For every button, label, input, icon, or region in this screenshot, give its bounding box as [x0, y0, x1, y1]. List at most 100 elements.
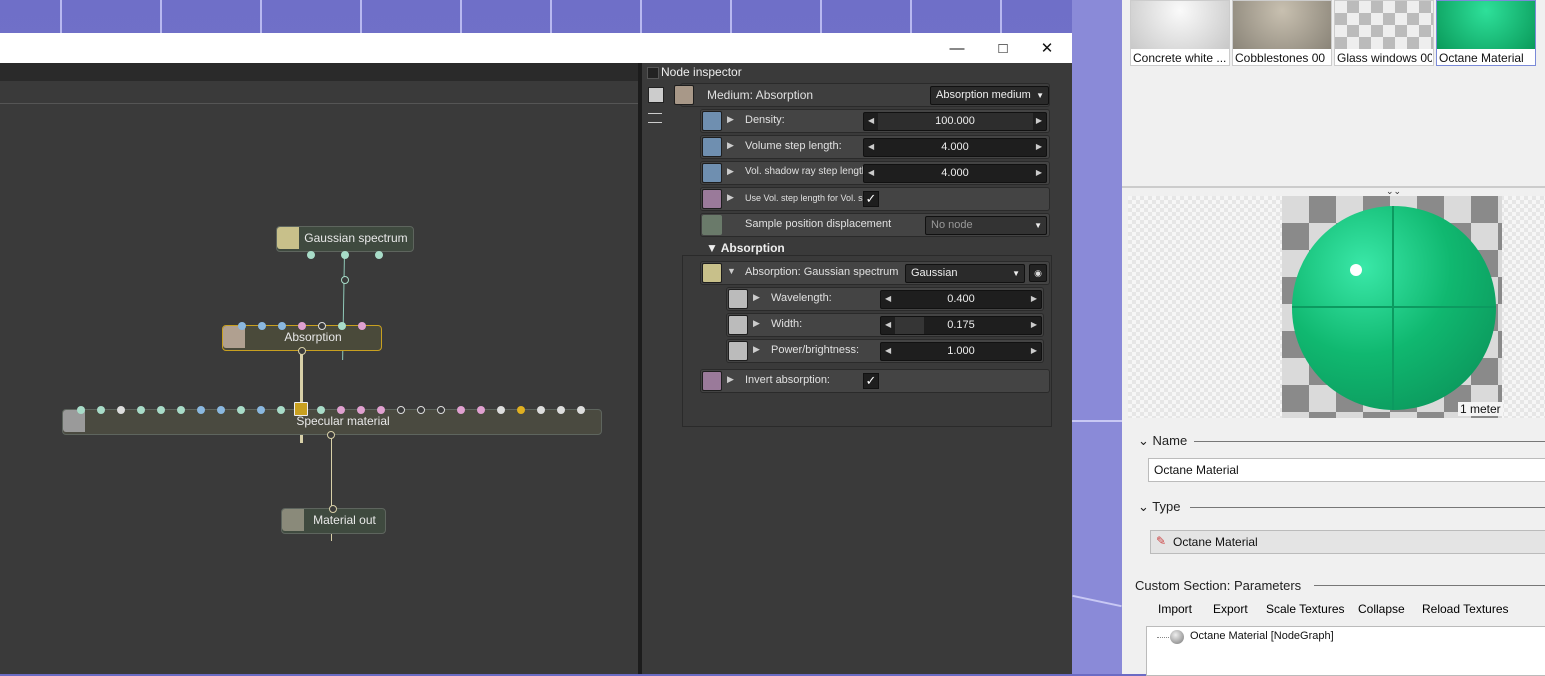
- input-pin[interactable]: [197, 406, 205, 414]
- input-pin[interactable]: [217, 406, 225, 414]
- curve-icon[interactable]: [728, 315, 748, 335]
- maximize-button[interactable]: □: [980, 33, 1026, 63]
- input-pin[interactable]: [278, 322, 286, 330]
- name-section-header[interactable]: ⌄ Name: [1138, 433, 1187, 449]
- increment-icon[interactable]: ▶: [1036, 142, 1042, 151]
- input-pin[interactable]: [298, 322, 306, 330]
- curve-icon[interactable]: [702, 111, 722, 131]
- input-pin[interactable]: [417, 406, 425, 414]
- output-pin[interactable]: [327, 431, 335, 439]
- absorption-section-header[interactable]: ▼ Absorption: [706, 241, 785, 255]
- input-pin[interactable]: [557, 406, 565, 414]
- input-pin[interactable]: [77, 406, 85, 414]
- input-pin[interactable]: [497, 406, 505, 414]
- input-pin[interactable]: [317, 406, 325, 414]
- bool-icon[interactable]: [702, 189, 722, 209]
- expand-arrow-icon[interactable]: ▶: [727, 140, 734, 151]
- input-pin[interactable]: [117, 406, 125, 414]
- input-pin[interactable]: [307, 251, 315, 259]
- minimize-button[interactable]: —: [934, 33, 980, 63]
- input-pin[interactable]: [257, 406, 265, 414]
- decrement-icon[interactable]: ◀: [868, 142, 874, 151]
- input-pin[interactable]: [238, 322, 246, 330]
- tree-icon[interactable]: [648, 113, 662, 123]
- input-pin[interactable]: [577, 406, 585, 414]
- expand-arrow-icon[interactable]: ▶: [727, 374, 734, 385]
- volume-step-slider[interactable]: ◀ 4.000 ▶: [863, 138, 1047, 157]
- input-pin[interactable]: [457, 406, 465, 414]
- decrement-icon[interactable]: ◀: [868, 168, 874, 177]
- curve-icon[interactable]: [702, 163, 722, 183]
- increment-icon[interactable]: ▶: [1031, 320, 1037, 329]
- node-gaussian-spectrum[interactable]: Gaussian spectrum: [276, 226, 414, 252]
- reload-textures-button[interactable]: Reload Textures: [1422, 602, 1509, 616]
- expand-arrow-icon[interactable]: ▶: [753, 292, 760, 303]
- medium-type-dropdown[interactable]: Absorption medium ▼: [930, 86, 1049, 105]
- inspector-checkbox[interactable]: [647, 67, 659, 79]
- input-pin[interactable]: [318, 322, 326, 330]
- input-pin[interactable]: [377, 406, 385, 414]
- scale-textures-button[interactable]: Scale Textures: [1266, 602, 1345, 616]
- increment-icon[interactable]: ▶: [1031, 346, 1037, 355]
- expand-arrow-icon[interactable]: ▶: [727, 192, 734, 203]
- decrement-icon[interactable]: ◀: [868, 116, 874, 125]
- close-button[interactable]: ✕: [1024, 33, 1070, 63]
- input-pin[interactable]: [375, 251, 383, 259]
- connected-input-pin[interactable]: [294, 402, 308, 416]
- increment-icon[interactable]: ▶: [1036, 168, 1042, 177]
- panel-splitter[interactable]: [1122, 186, 1545, 188]
- invert-checkbox[interactable]: ✓: [863, 373, 879, 389]
- input-pin[interactable]: [237, 406, 245, 414]
- material-thumb-cobblestones[interactable]: Cobblestones 00: [1232, 0, 1332, 66]
- input-pin[interactable]: [337, 406, 345, 414]
- copy-icon[interactable]: [648, 87, 664, 103]
- input-pin[interactable]: [357, 406, 365, 414]
- expand-arrow-icon[interactable]: ▶: [753, 344, 760, 355]
- shadow-step-slider[interactable]: ◀ 4.000 ▶: [863, 164, 1047, 183]
- decrement-icon[interactable]: ◀: [885, 320, 891, 329]
- type-section-header[interactable]: ⌄ Type: [1138, 499, 1180, 515]
- collapse-button[interactable]: Collapse: [1358, 602, 1405, 616]
- width-slider[interactable]: ◀ 0.175 ▶: [880, 316, 1042, 335]
- type-field[interactable]: ✎ Octane Material: [1150, 530, 1545, 554]
- expand-arrow-icon[interactable]: ▶: [753, 318, 760, 329]
- collapse-arrow-icon[interactable]: ▼: [727, 266, 736, 276]
- node-tree[interactable]: Octane Material [NodeGraph]: [1146, 626, 1545, 676]
- export-button[interactable]: Export: [1213, 602, 1248, 616]
- increment-icon[interactable]: ▶: [1031, 294, 1037, 303]
- decrement-icon[interactable]: ◀: [885, 294, 891, 303]
- texture-icon[interactable]: [702, 263, 722, 283]
- expand-arrow-icon[interactable]: ▶: [727, 166, 734, 177]
- node-graph-canvas[interactable]: Gaussian spectrum Absorption Specular ma…: [0, 63, 638, 674]
- bool-icon[interactable]: [702, 371, 722, 391]
- input-pin[interactable]: [277, 406, 285, 414]
- input-pin[interactable]: [437, 406, 445, 414]
- wavelength-slider[interactable]: ◀ 0.400 ▶: [880, 290, 1042, 309]
- density-slider[interactable]: ◀ 100.000 ▶: [863, 112, 1047, 131]
- eye-icon[interactable]: ◉: [1029, 264, 1047, 282]
- displacement-dropdown[interactable]: No node ▼: [925, 216, 1047, 235]
- name-field[interactable]: Octane Material: [1148, 458, 1545, 482]
- input-pin[interactable]: [537, 406, 545, 414]
- input-pin[interactable]: [477, 406, 485, 414]
- input-pin[interactable]: [157, 406, 165, 414]
- input-pin[interactable]: [137, 406, 145, 414]
- input-pin[interactable]: [258, 322, 266, 330]
- input-pin[interactable]: [97, 406, 105, 414]
- tree-item-label[interactable]: Octane Material [NodeGraph]: [1190, 630, 1334, 642]
- material-thumb-glass[interactable]: Glass windows 00: [1334, 0, 1434, 66]
- input-pin[interactable]: [177, 406, 185, 414]
- input-pin[interactable]: [338, 322, 346, 330]
- output-pin[interactable]: [298, 347, 306, 355]
- expand-arrow-icon[interactable]: ▶: [727, 114, 734, 125]
- input-pin[interactable]: [517, 406, 525, 414]
- increment-icon[interactable]: ▶: [1036, 116, 1042, 125]
- input-pin[interactable]: [397, 406, 405, 414]
- input-pin[interactable]: [341, 251, 349, 259]
- input-pin[interactable]: [329, 505, 337, 513]
- output-pin[interactable]: [341, 276, 349, 284]
- curve-icon[interactable]: [702, 137, 722, 157]
- curve-icon[interactable]: [728, 341, 748, 361]
- use-vol-step-checkbox[interactable]: ✓: [863, 191, 879, 207]
- absorption-texture-dropdown[interactable]: Gaussian ▼: [905, 264, 1025, 283]
